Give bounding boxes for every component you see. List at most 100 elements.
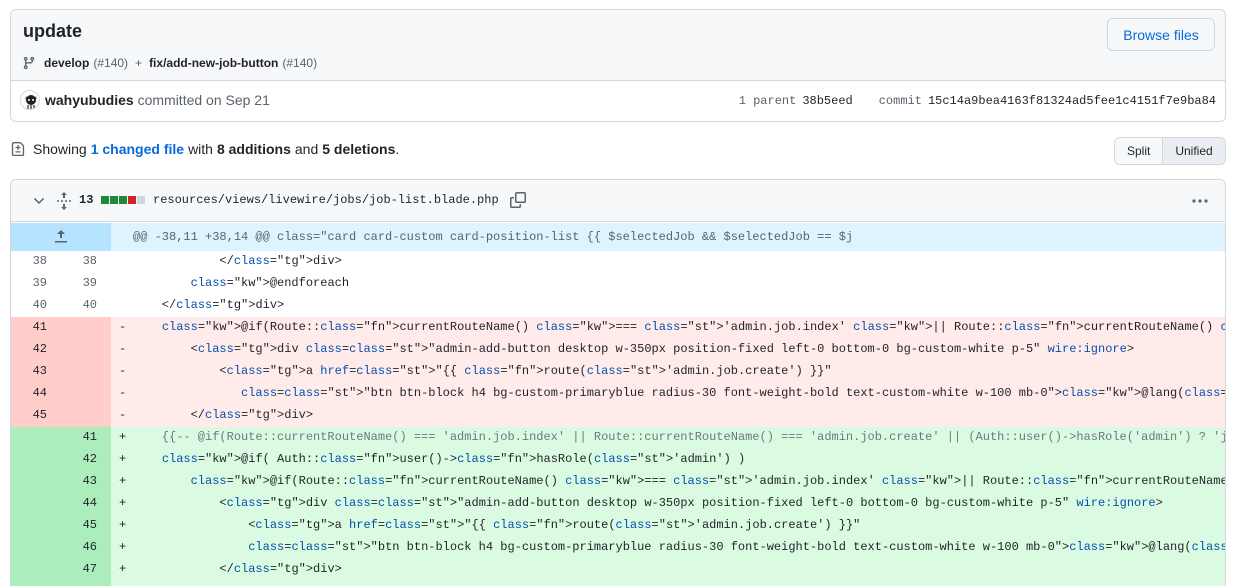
git-branch-icon xyxy=(23,56,35,70)
new-line-number[interactable] xyxy=(61,361,111,383)
parent-sha-link[interactable]: 38b5eed xyxy=(802,94,852,108)
new-line-number[interactable]: 41 xyxy=(61,427,111,449)
new-line-number[interactable] xyxy=(61,339,111,361)
code-text: class=class="st">"btn btn-block h4 bg-cu… xyxy=(248,540,1226,554)
old-line-number[interactable] xyxy=(11,471,61,493)
deleted-line: 43 - <class="tg">a href=class="st">"{{ cl… xyxy=(11,361,1225,383)
kebab-menu-icon[interactable] xyxy=(1191,192,1209,210)
code-text: </class="tg">div> xyxy=(133,254,342,268)
file-diff-icon xyxy=(11,142,25,156)
deleted-line: 41 - class="kw">@if(Route::class="fn">cur… xyxy=(11,317,1225,339)
old-line-number[interactable]: 39 xyxy=(11,273,61,295)
base-branch-link[interactable]: develop xyxy=(44,56,89,70)
copy-icon[interactable] xyxy=(510,192,526,208)
expand-up-icon[interactable] xyxy=(54,229,68,245)
old-line-number[interactable]: 40 xyxy=(11,295,61,317)
commit-sha: 15c14a9bea4163f81324ad5fee1c4151f7e9ba84 xyxy=(927,94,1216,108)
summary-period: . xyxy=(395,141,400,157)
old-line-number[interactable]: 44 xyxy=(11,383,61,405)
old-line-number[interactable]: 45 xyxy=(11,405,61,427)
old-line-number[interactable]: 42 xyxy=(11,339,61,361)
old-line-number[interactable]: 38 xyxy=(11,251,61,273)
diff-marker: - xyxy=(119,320,127,334)
diff-marker: + xyxy=(119,540,127,554)
old-line-number[interactable] xyxy=(11,515,61,537)
branch-plus: + xyxy=(135,56,143,70)
deleted-line: 42 - <class="tg">div class=class="st">"ad… xyxy=(11,339,1225,361)
chevron-down-icon[interactable] xyxy=(31,193,47,209)
new-line-number[interactable]: 38 xyxy=(61,251,111,273)
added-line: 43 + class="kw">@if(Route::class="fn">cur… xyxy=(11,471,1225,493)
code-text: {{-- @if(Route::currentRouteName() === '… xyxy=(133,430,1226,444)
code-text: <class="tg">div class=class="st">"admin-… xyxy=(133,496,1163,510)
summary-showing: Showing xyxy=(33,141,87,157)
context-line: 40 40 </class="tg">div> xyxy=(11,295,1225,317)
diff-marker: + xyxy=(119,581,126,586)
old-line-number[interactable] xyxy=(11,493,61,515)
new-line-number[interactable] xyxy=(61,317,111,339)
code-text: </class="tg">div> xyxy=(133,408,314,422)
old-line-number[interactable] xyxy=(11,559,61,581)
code-text: <class="tg">div class=class="st">"admin-… xyxy=(133,342,1135,356)
code-text: </class="tg">div> xyxy=(133,298,285,312)
changes-count: 13 xyxy=(79,193,94,207)
commit-title-bar: update Browse files develop (#140) + fix… xyxy=(11,10,1225,81)
added-line: 42 + class="kw">@if( Auth::class="fn">use… xyxy=(11,449,1225,471)
old-line-number[interactable] xyxy=(11,581,61,586)
diff-lines: 38 38 </class="tg">div> 39 39 class="kw">@e… xyxy=(11,251,1225,586)
expand-all-icon[interactable] xyxy=(56,192,72,210)
old-line-number[interactable] xyxy=(11,537,61,559)
code-text: class="kw">@if(Route::class="fn">current… xyxy=(161,320,1225,334)
file-path-link[interactable]: resources/views/livewire/jobs/job-list.b… xyxy=(153,193,499,207)
code-text: class="kw">@if(Route::class="fn">current… xyxy=(190,474,1226,488)
split-view-button[interactable]: Split xyxy=(1115,138,1164,164)
commit-title: update xyxy=(23,21,83,41)
hunk-expand-gutter[interactable] xyxy=(11,223,111,251)
new-line-number[interactable]: 46 xyxy=(61,537,111,559)
diffstat-block xyxy=(128,196,136,204)
new-line-number[interactable] xyxy=(61,405,111,427)
hunk-header: @@ -38,11 +38,14 @@ class="card card-cus… xyxy=(11,223,1225,251)
code-text: class="kw">@endforeach xyxy=(190,276,350,290)
diff-view-toggle: Split Unified xyxy=(1114,137,1226,165)
head-pr-link[interactable]: (#140) xyxy=(282,56,317,70)
deleted-line: 44 - class=class="st">"btn btn-block h4 b… xyxy=(11,383,1225,405)
added-line: 46 + class=class="st">"btn btn-block h4 b… xyxy=(11,537,1225,559)
unified-view-button[interactable]: Unified xyxy=(1163,138,1225,164)
avatar[interactable] xyxy=(20,90,40,110)
context-line: 38 38 </class="tg">div> xyxy=(11,251,1225,273)
new-line-number[interactable]: 44 xyxy=(61,493,111,515)
new-line-number[interactable]: 40 xyxy=(61,295,111,317)
browse-files-button[interactable]: Browse files xyxy=(1107,18,1215,51)
old-line-number[interactable] xyxy=(11,427,61,449)
new-line-number[interactable]: 42 xyxy=(61,449,111,471)
new-line-number[interactable]: 43 xyxy=(61,471,111,493)
head-branch-link[interactable]: fix/add-new-job-button xyxy=(149,56,278,70)
commit-header: update Browse files develop (#140) + fix… xyxy=(10,9,1226,122)
octocat-avatar-icon xyxy=(21,91,39,109)
diffstat-block xyxy=(110,196,118,204)
added-line: 44 + <class="tg">div class=class="st">"ad… xyxy=(11,493,1225,515)
added-line: 45 + <class="tg">a href=class="st">"{{ cl… xyxy=(11,515,1225,537)
new-line-number[interactable] xyxy=(61,383,111,405)
new-line-number[interactable]: 48 xyxy=(61,581,111,586)
diff-marker: + xyxy=(119,430,127,444)
new-line-number[interactable]: 45 xyxy=(61,515,111,537)
diffstat-block xyxy=(101,196,109,204)
diff-marker: + xyxy=(119,518,127,532)
added-line: 41 + {{-- @if(Route::currentRouteName() =… xyxy=(11,427,1225,449)
new-line-number[interactable]: 39 xyxy=(61,273,111,295)
old-line-number[interactable] xyxy=(11,449,61,471)
diff-marker: + xyxy=(119,474,127,488)
new-line-number[interactable]: 47 xyxy=(61,559,111,581)
changed-files-link[interactable]: 1 changed file xyxy=(91,141,184,157)
diff-marker: + xyxy=(119,452,127,466)
committed-date: committed on Sep 21 xyxy=(137,92,270,108)
code-text: <class="tg">a href=class="st">"{{ class=… xyxy=(133,364,832,378)
context-line: 39 39 class="kw">@endforeach xyxy=(11,273,1225,295)
base-pr-link[interactable]: (#140) xyxy=(93,56,128,70)
additions-count: 8 additions xyxy=(216,141,291,157)
author-name-link[interactable]: wahyubudies xyxy=(45,92,134,108)
old-line-number[interactable]: 43 xyxy=(11,361,61,383)
old-line-number[interactable]: 41 xyxy=(11,317,61,339)
